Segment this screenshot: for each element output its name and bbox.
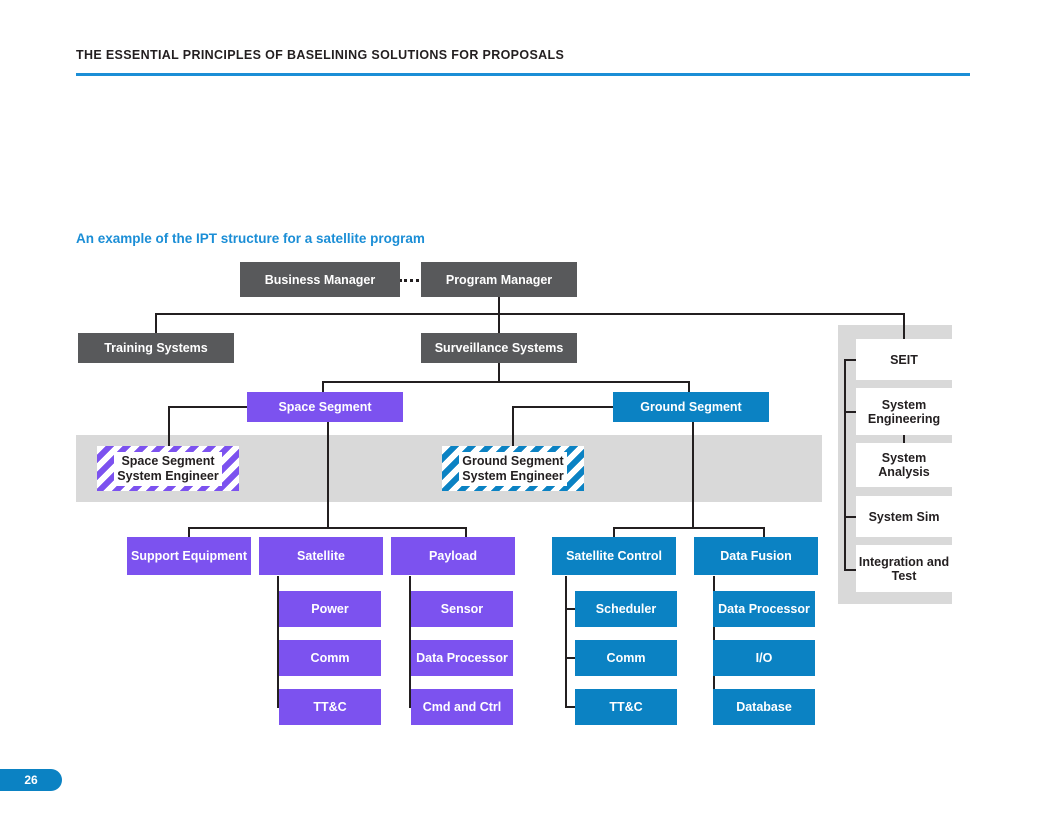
- node-satellite-ttc[interactable]: TT&C: [279, 689, 381, 725]
- node-label: Scheduler: [595, 602, 657, 616]
- connector-space-children-bus: [189, 527, 466, 529]
- node-fusion-data-processor[interactable]: Data Processor: [713, 591, 815, 627]
- connector-space-segment-down: [322, 381, 324, 392]
- node-label-line2: System Engineer: [117, 468, 219, 483]
- node-satctrl-scheduler[interactable]: Scheduler: [575, 591, 677, 627]
- node-label: Space Segment: [278, 400, 372, 414]
- node-label: Comm: [310, 651, 350, 665]
- connector-ground-se-h: [512, 406, 614, 408]
- node-ground-segment-system-engineer[interactable]: Ground Segment System Engineer: [442, 446, 584, 491]
- node-label: Surveillance Systems: [434, 341, 564, 355]
- node-satellite[interactable]: Satellite: [259, 537, 383, 575]
- node-label-wrap: Space Segment System Engineer: [114, 451, 222, 486]
- connector-space-trunk: [327, 421, 329, 528]
- node-label: Sensor: [440, 602, 484, 616]
- node-label: Payload: [429, 549, 477, 563]
- connector-seit-down: [903, 313, 905, 340]
- node-label: I/O: [755, 651, 773, 665]
- node-fusion-database[interactable]: Database: [713, 689, 815, 725]
- node-satctrl-comm[interactable]: Comm: [575, 640, 677, 676]
- node-ground-segment[interactable]: Ground Segment: [613, 392, 769, 422]
- node-label: Integration and Test: [858, 554, 950, 583]
- node-satellite-comm[interactable]: Comm: [279, 640, 381, 676]
- header-rule: [76, 73, 970, 76]
- node-label: System Engineering: [867, 397, 941, 426]
- node-label: Satellite: [297, 549, 345, 563]
- connector-surveillance-to-bus: [498, 362, 500, 382]
- node-surveillance-systems[interactable]: Surveillance Systems: [421, 333, 577, 363]
- node-program-manager[interactable]: Program Manager: [421, 262, 577, 297]
- connector-level1-bus: [156, 313, 905, 315]
- node-payload-data-processor[interactable]: Data Processor: [411, 640, 513, 676]
- node-support-equipment[interactable]: Support Equipment: [127, 537, 251, 575]
- node-label: Support Equipment: [131, 549, 247, 563]
- connector-seit-spine: [844, 359, 846, 570]
- node-training-systems[interactable]: Training Systems: [78, 333, 234, 363]
- node-label: System Sim: [868, 509, 940, 524]
- connector-ground-trunk: [692, 421, 694, 528]
- connector-training-down: [155, 313, 157, 333]
- connector-ground-children-bus: [614, 527, 764, 529]
- node-label: SEIT: [890, 352, 918, 367]
- node-space-segment[interactable]: Space Segment: [247, 392, 403, 422]
- diagram-subtitle: An example of the IPT structure for a sa…: [76, 231, 425, 246]
- connector-ground-segment-down: [688, 381, 690, 392]
- node-fusion-io[interactable]: I/O: [713, 640, 815, 676]
- node-satctrl-ttc[interactable]: TT&C: [575, 689, 677, 725]
- node-label: Data Fusion: [720, 549, 792, 563]
- node-label: Power: [311, 602, 349, 616]
- node-label-line1: Space Segment: [121, 453, 215, 468]
- node-label: Data Processor: [718, 602, 810, 616]
- connector-segment-bus: [323, 381, 689, 383]
- node-space-segment-system-engineer[interactable]: Space Segment System Engineer: [97, 446, 239, 491]
- node-label: Satellite Control: [566, 549, 662, 563]
- node-business-manager[interactable]: Business Manager: [240, 262, 400, 297]
- node-label: TT&C: [609, 700, 643, 714]
- node-label-line1: Ground Segment: [462, 453, 564, 468]
- node-payload-sensor[interactable]: Sensor: [411, 591, 513, 627]
- node-label: Training Systems: [104, 341, 208, 355]
- page-header-title: THE ESSENTIAL PRINCIPLES OF BASELINING S…: [76, 48, 565, 62]
- node-system-engineering[interactable]: System Engineering: [856, 388, 952, 435]
- node-satellite-control[interactable]: Satellite Control: [552, 537, 676, 575]
- node-label-wrap: Ground Segment System Engineer: [459, 451, 567, 486]
- node-label: Database: [736, 700, 792, 714]
- node-label: System Analysis: [878, 451, 930, 479]
- connector-ground-se-v: [512, 406, 514, 446]
- connector-satctrl-spine: [565, 576, 567, 707]
- node-label: Program Manager: [445, 272, 553, 287]
- node-integration-and-test[interactable]: Integration and Test: [856, 545, 952, 592]
- page-number-label: 26: [24, 773, 38, 787]
- connector-surveillance-down: [498, 313, 500, 333]
- page-number-badge: 26: [0, 769, 62, 791]
- node-label: TT&C: [313, 700, 347, 714]
- node-data-fusion[interactable]: Data Fusion: [694, 537, 818, 575]
- node-payload[interactable]: Payload: [391, 537, 515, 575]
- node-label: Cmd and Ctrl: [422, 700, 502, 714]
- node-seit[interactable]: SEIT: [856, 339, 952, 380]
- node-label: Ground Segment: [640, 400, 742, 414]
- node-system-analysis[interactable]: System Analysis: [856, 443, 952, 487]
- node-satellite-power[interactable]: Power: [279, 591, 381, 627]
- node-label-line2: System Engineer: [462, 468, 564, 483]
- connector-space-se-h: [168, 406, 248, 408]
- node-label: Comm: [606, 651, 646, 665]
- node-payload-cmd-and-ctrl[interactable]: Cmd and Ctrl: [411, 689, 513, 725]
- node-system-sim[interactable]: System Sim: [856, 496, 952, 537]
- connector-space-se-v: [168, 406, 170, 446]
- node-label: Business Manager: [264, 272, 376, 287]
- node-label: Data Processor: [416, 651, 508, 665]
- document-page: THE ESSENTIAL PRINCIPLES OF BASELINING S…: [0, 0, 1045, 825]
